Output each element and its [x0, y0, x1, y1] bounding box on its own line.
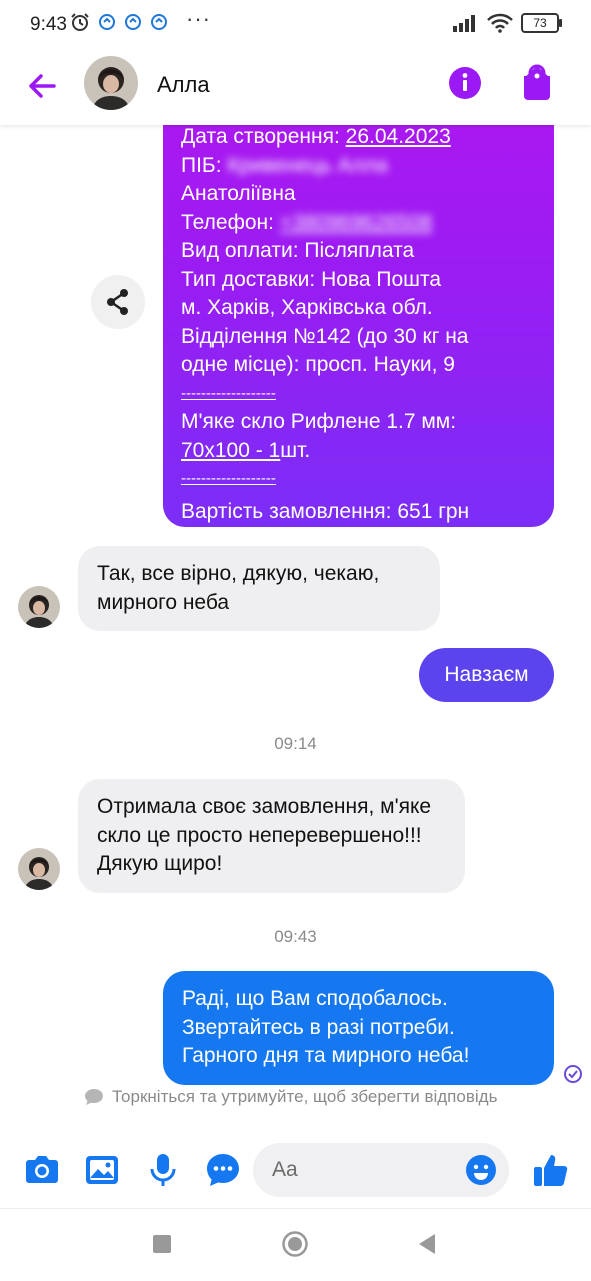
order-message-bubble[interactable]: Дата створення: 26.04.2023 ПІБ: Кривенец… [163, 125, 554, 527]
share-button[interactable] [91, 275, 145, 329]
incoming-message[interactable]: Отримала своє замовлення, м'яке скло це … [78, 779, 465, 893]
contact-avatar-small[interactable] [18, 848, 60, 890]
order-line: Відділення №142 (до 30 кг на [181, 324, 469, 348]
order-line: Телефон: +380969626508 [181, 210, 433, 234]
like-icon[interactable] [531, 1150, 571, 1190]
recent-apps-icon[interactable] [147, 1229, 177, 1259]
status-right-icons: 73 [453, 13, 562, 33]
timestamp: 09:43 [274, 927, 317, 946]
sync-icon [99, 14, 115, 30]
order-line: Анатоліївна [181, 182, 296, 205]
home-icon[interactable] [280, 1229, 310, 1259]
order-line: Тип доставки: Нова Пошта [181, 267, 442, 291]
message-input[interactable]: Aa [253, 1143, 509, 1197]
order-line: 70х100 - 1шт. [181, 438, 311, 462]
info-icon[interactable] [448, 66, 482, 100]
share-icon [107, 289, 128, 315]
outgoing-message[interactable]: Навзаєм [419, 648, 554, 702]
incoming-message[interactable]: Так, все вірно, дякую, чекаю, мирного не… [78, 546, 440, 631]
back-arrow-icon[interactable] [24, 68, 60, 104]
back-nav-icon[interactable] [412, 1229, 442, 1259]
order-line: одне місце): просп. Науки, 9 [181, 353, 455, 376]
order-total: Вартість замовлення: 651 грн [181, 499, 470, 523]
order-divider: ------------------- [181, 384, 276, 402]
message-composer: Aa [0, 1138, 591, 1202]
sync-icon [125, 14, 141, 30]
hold-to-save-hint: Торкніться та утримуйте, щоб зберегти ві… [84, 1087, 497, 1107]
camera-icon[interactable] [22, 1150, 62, 1190]
outgoing-message[interactable]: Раді, що Вам сподобалось. Звертайтесь в … [163, 971, 554, 1085]
contact-name[interactable]: Алла [157, 72, 210, 98]
blurred-name: Кривенець Алла [227, 153, 388, 177]
chat-header: Алла [0, 50, 591, 125]
order-line: Вид оплати: Післяплата [181, 239, 415, 262]
timestamp: 09:14 [274, 734, 317, 753]
more-dots-icon: ··· [186, 6, 211, 31]
contact-avatar[interactable] [84, 56, 138, 110]
order-line: М'яке скло Рифлене 1.7 мм: [181, 410, 457, 433]
message-list[interactable]: Дата створення: 26.04.2023 ПІБ: Кривенец… [0, 125, 591, 1125]
image-icon[interactable] [82, 1150, 122, 1190]
sync-icon [151, 14, 167, 30]
contact-avatar-small[interactable] [18, 586, 60, 628]
seen-check-icon [564, 1065, 582, 1083]
system-nav-bar [0, 1208, 591, 1281]
alarm-icon [71, 13, 89, 31]
chat-bubble-icon[interactable] [203, 1150, 243, 1190]
emoji-icon[interactable] [465, 1154, 497, 1186]
order-line: м. Харків, Харківська обл. [181, 296, 433, 319]
microphone-icon[interactable] [143, 1150, 183, 1190]
status-left-icons [70, 12, 168, 32]
message-input-placeholder: Aa [272, 1158, 298, 1181]
blurred-phone-link[interactable]: +380969626508 [280, 211, 432, 234]
product-link[interactable]: 70х100 - 1 [181, 439, 280, 462]
wifi-icon [487, 13, 513, 33]
speech-bubble-icon [85, 1089, 103, 1105]
battery-icon: 73 [521, 13, 562, 33]
shopping-bag-icon[interactable] [520, 64, 554, 102]
status-bar: 9:43 ··· 73 [0, 0, 591, 50]
order-line: Дата створення: 26.04.2023 [181, 125, 451, 148]
order-divider: ------------------- [181, 470, 276, 487]
status-time: 9:43 [30, 14, 67, 35]
signal-icon [453, 15, 475, 32]
order-line: ПІБ: Кривенець Алла [181, 153, 388, 177]
